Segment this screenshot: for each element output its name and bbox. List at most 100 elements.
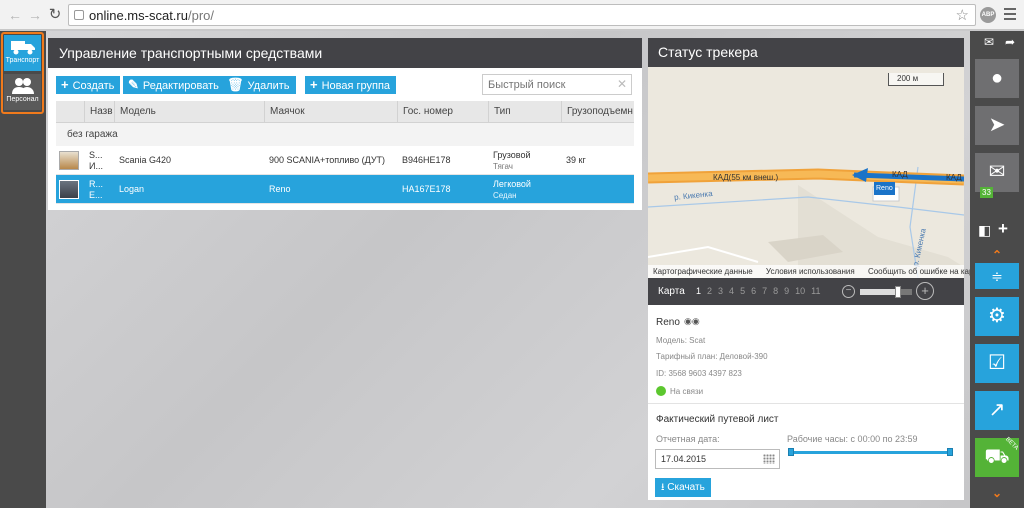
road-label-cut: КАД	[946, 173, 962, 182]
road-label-short: КАД	[892, 170, 908, 179]
map-page-7[interactable]: 7	[762, 286, 767, 296]
trash-icon: 🗑	[227, 77, 244, 92]
attribution-report-link[interactable]: Сообщить об ошибке на карте	[868, 267, 981, 276]
map-page-5[interactable]: 5	[740, 286, 745, 296]
add-widget-icon[interactable]: +	[998, 219, 1008, 239]
map-tabs-label: Карта	[658, 286, 685, 297]
attribution-data: Картографические данные	[653, 267, 753, 276]
cell-model: Scania G420	[119, 155, 172, 165]
divider	[648, 403, 964, 404]
table-row[interactable]: S... И... Scania G420 900 SCANIA+топливо …	[56, 146, 634, 175]
group-row[interactable]: без гаража	[56, 123, 634, 146]
reload-icon[interactable]: ↻	[47, 7, 63, 23]
report-date-input[interactable]	[656, 450, 756, 468]
forward-arrow-icon[interactable]: →	[27, 7, 43, 23]
work-hours-slider[interactable]	[791, 451, 951, 454]
adblock-extension-icon[interactable]: ABP	[980, 7, 996, 23]
reports-button[interactable]: ↗	[975, 391, 1019, 430]
settings-button[interactable]: ⚙	[975, 297, 1019, 336]
map-page-4[interactable]: 4	[729, 286, 734, 296]
create-button[interactable]: + Создать	[56, 76, 121, 94]
road-label: КАД(55 км внеш.)	[713, 173, 779, 182]
plus-icon: +	[310, 77, 318, 92]
delete-button[interactable]: 🗑 Удалить	[222, 76, 296, 94]
map-page-8[interactable]: 8	[773, 286, 778, 296]
profile-button[interactable]: ●	[975, 59, 1019, 98]
vehicle-thumbnail	[59, 180, 79, 199]
van-icon: ⛟	[984, 446, 1010, 468]
vehicles-table: Назв Модель Маячок Гос. номер Тип Грузоп…	[56, 101, 634, 205]
tracker-panel-title: Статус трекера	[648, 38, 964, 67]
online-status-icon	[656, 386, 666, 396]
vehicle-model: Модель: Scat	[656, 336, 706, 345]
scroll-down-chevron-icon[interactable]: ⌄	[989, 487, 1005, 499]
quick-search-input[interactable]	[483, 75, 613, 94]
gears-icon: ⚙	[988, 305, 1006, 327]
logout-icon[interactable]: ➦	[1002, 35, 1018, 49]
binoculars-icon[interactable]: ◉◉	[684, 316, 700, 327]
back-arrow-icon[interactable]: ←	[7, 7, 23, 23]
work-hours-start-handle[interactable]	[788, 448, 794, 456]
cell-model: Logan	[119, 184, 145, 194]
vehicles-panel-title: Управление транспортными средствами	[48, 38, 642, 68]
vehicle-status: На связи	[670, 387, 704, 396]
download-button[interactable]: ⭳ Скачать	[655, 478, 711, 497]
navigation-arrow-icon: ➤	[988, 114, 1006, 136]
calendar-icon[interactable]	[763, 454, 775, 464]
map-page-6[interactable]: 6	[751, 286, 756, 296]
user-icon: ●	[990, 67, 1004, 89]
map-page-list: 1 2 3 4 5 6 7 8 9 10 11	[696, 286, 827, 296]
edit-button[interactable]: ✎ Редактировать	[123, 76, 225, 94]
column-header-thumb	[56, 101, 84, 123]
layout-icon[interactable]: ◧	[978, 222, 991, 239]
column-header-beacon[interactable]: Маячок	[264, 101, 397, 123]
work-hours-end-handle[interactable]	[947, 448, 953, 456]
cell-type: Легковой Седан	[493, 179, 531, 200]
browser-menu-icon[interactable]	[1004, 8, 1016, 20]
map-page-2[interactable]: 2	[707, 286, 712, 296]
checklist-icon: ☑	[988, 352, 1006, 374]
plus-icon: +	[61, 77, 69, 92]
zoom-out-icon[interactable]: −	[842, 285, 855, 298]
map-view[interactable]: КАД(55 км внеш.) КАД КАД р. Кикенка р. К…	[648, 67, 964, 278]
map-page-9[interactable]: 9	[784, 286, 789, 296]
cell-beacon: Reno	[269, 184, 291, 194]
vehicle-tariff: Тарифный план: Деловой-390	[656, 352, 768, 361]
waybill-title: Фактический путевой лист	[656, 414, 779, 425]
table-header: Назв Модель Маячок Гос. номер Тип Грузоп…	[56, 101, 634, 123]
sidebar-selection-outline	[1, 32, 44, 114]
new-group-button[interactable]: + Новая группа	[305, 76, 397, 94]
map-page-10[interactable]: 10	[795, 286, 805, 296]
chat-icon[interactable]: ✉	[981, 35, 997, 49]
attribution-terms-link[interactable]: Условия использования	[766, 267, 855, 276]
column-header-capacity[interactable]: Грузоподъемн	[561, 101, 634, 123]
map-page-3[interactable]: 3	[718, 286, 723, 296]
zoom-slider-handle[interactable]	[895, 286, 901, 298]
map-page-11[interactable]: 11	[811, 286, 820, 296]
ruler-chart-icon: ≑	[991, 268, 1003, 284]
vehicle-name: Reno	[656, 317, 680, 328]
zoom-in-icon[interactable]: +	[916, 282, 934, 300]
cell-name: R... Е...	[89, 179, 104, 200]
navigation-button[interactable]: ➤	[975, 106, 1019, 145]
cell-capacity	[561, 175, 634, 204]
tasks-button[interactable]: ☑	[975, 344, 1019, 383]
scroll-up-chevron-icon[interactable]: ⌃	[989, 249, 1005, 261]
column-header-model[interactable]: Модель	[114, 101, 264, 123]
page-icon	[74, 10, 84, 20]
report-date-field	[655, 449, 780, 469]
column-header-plate[interactable]: Гос. номер	[397, 101, 488, 123]
vehicle-thumbnail	[59, 151, 79, 170]
table-row-selected[interactable]: R... Е... Logan Reno НА167Е178 Легковой Се…	[56, 175, 634, 204]
vehicle-marker[interactable]: Reno	[874, 182, 895, 195]
cell-name: S... И...	[89, 150, 103, 171]
column-header-type[interactable]: Тип	[488, 101, 561, 123]
bookmark-star-icon[interactable]: ☆	[956, 6, 969, 24]
chart-widget-button[interactable]: ≑	[975, 263, 1019, 289]
report-date-label: Отчетная дата:	[656, 434, 720, 444]
cell-type: Грузовой Тягач	[493, 150, 531, 171]
column-header-name[interactable]: Назв	[84, 101, 114, 123]
clear-search-icon[interactable]: ✕	[617, 77, 627, 91]
address-bar[interactable]: online.ms-scat.ru/pro/ ☆	[68, 4, 976, 26]
map-page-1[interactable]: 1	[696, 286, 701, 296]
